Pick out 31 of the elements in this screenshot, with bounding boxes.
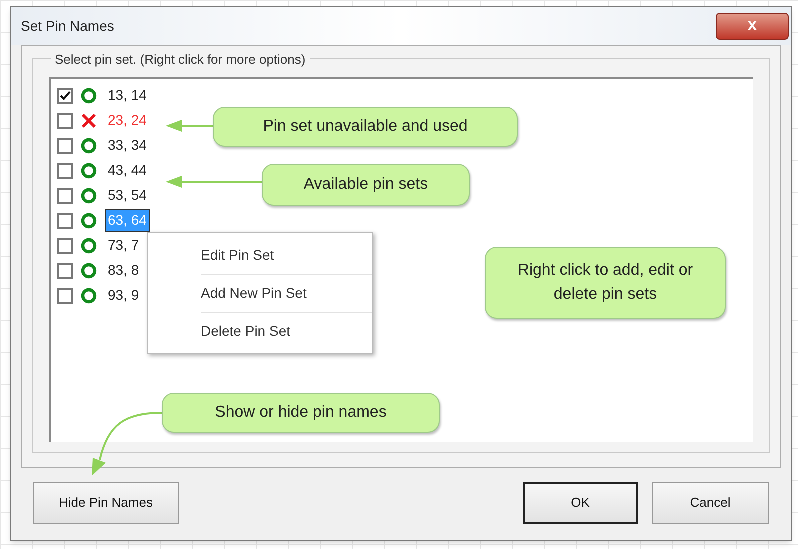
arrow [92,412,162,476]
checkbox[interactable] [57,112,73,128]
checkbox[interactable] [57,88,73,104]
callout: Show or hide pin names [162,393,440,433]
dialog-button[interactable]: Cancel [652,482,769,524]
arrow [166,120,213,132]
callout: Available pin sets [262,164,470,206]
checkbox[interactable] [57,162,73,178]
check-icon [60,90,70,100]
checkbox[interactable] [57,288,73,304]
pin-set-label[interactable]: 53, 54 [105,184,150,207]
dialog-button[interactable]: Hide Pin Names [33,482,179,524]
callout: Pin set unavailable and used [213,107,518,147]
pin-set-label[interactable]: 83, 8 [105,259,142,282]
pin-set-label[interactable]: 43, 44 [105,159,150,182]
callout: Right click to add, edit or delete pin sets [485,247,726,319]
checkbox[interactable] [57,262,73,278]
checkbox[interactable] [57,238,73,254]
dialog-button[interactable]: OK [523,482,638,524]
menu-item[interactable]: Edit Pin Set [201,244,274,266]
menu-item[interactable]: Add New Pin Set [201,283,307,304]
checkbox[interactable] [57,138,73,154]
menu-item[interactable]: Delete Pin Set [201,321,290,342]
pin-set-label[interactable]: 93, 9 [105,284,142,307]
checkbox[interactable] [57,212,73,228]
pin-set-label[interactable]: 23, 24 [105,109,150,132]
checkbox[interactable] [57,188,73,204]
window-title: Set Pin Names [21,16,114,36]
pin-set-label[interactable]: 73, 7 [105,234,142,257]
pin-set-label[interactable]: 33, 34 [105,134,150,157]
pin-set-label[interactable]: 13, 14 [105,84,150,107]
